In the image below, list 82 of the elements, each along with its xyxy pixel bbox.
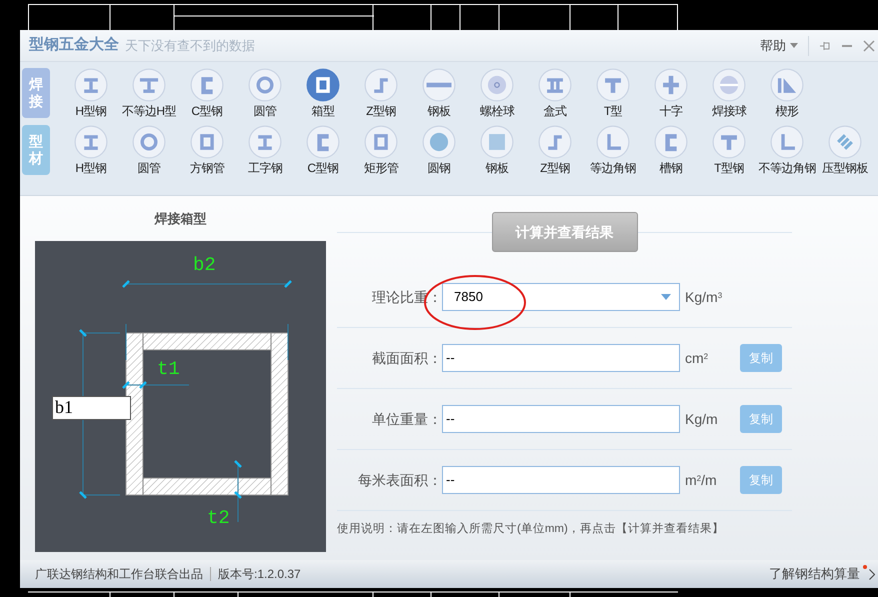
shape-type-button[interactable]: 工字钢 (236, 125, 294, 176)
shape-type-button[interactable]: 压型钢板 (816, 125, 874, 176)
shape-type-button[interactable]: 不等边角钢 (758, 125, 816, 176)
steel-section-icon (712, 68, 746, 102)
shape-type-button[interactable]: 焊接球 (700, 68, 758, 119)
steel-section-icon (654, 125, 688, 159)
diagram-title: 焊接箱型 (154, 210, 206, 228)
steel-section-icon (770, 68, 804, 102)
field-label: 单位重量： (371, 410, 442, 428)
steel-section-icon (480, 125, 514, 159)
shape-type-button[interactable]: 圆管 (120, 125, 178, 176)
help-menu[interactable]: 帮助 (760, 36, 798, 56)
shape-type-button[interactable]: H型钢 (62, 68, 120, 119)
version-text: 版本号:1.2.0.37 (218, 566, 301, 583)
steel-section-icon (190, 68, 224, 102)
result-field[interactable]: -- (442, 466, 680, 494)
steel-section-icon (306, 68, 340, 102)
steel-section-icon (248, 125, 282, 159)
dimension-label: t2 (207, 508, 230, 528)
shape-type-button[interactable]: T型钢 (700, 125, 758, 176)
chevron-right-icon[interactable] (869, 568, 875, 580)
result-field[interactable]: -- (442, 405, 680, 433)
shape-type-button[interactable]: 矩形管 (352, 125, 410, 176)
steel-section-icon (306, 125, 340, 159)
shape-type-button[interactable]: C型钢 (294, 125, 352, 176)
shape-type-button[interactable]: 十字 (642, 68, 700, 119)
shape-type-button[interactable]: 盒式 (526, 68, 584, 119)
steel-section-icon (538, 125, 572, 159)
steel-section-icon (74, 68, 108, 102)
shape-type-button[interactable]: 方钢管 (178, 125, 236, 176)
steel-section-icon (538, 68, 572, 102)
steel-section-icon (364, 125, 398, 159)
field-label: 截面面积： (371, 348, 442, 368)
app-title: 型钢五金大全 (29, 35, 119, 56)
density-dropdown[interactable]: 7850 (442, 283, 680, 311)
shape-type-button[interactable]: 楔形 (758, 68, 816, 119)
shape-type-button[interactable]: 箱型 (294, 68, 352, 119)
unit-label: Kg/m$^{3}$ (685, 288, 724, 307)
steel-section-icon (190, 125, 224, 159)
steel-section-icon (480, 68, 514, 102)
shape-type-button[interactable]: 钢板 (410, 68, 468, 119)
shape-type-button[interactable]: 圆钢 (410, 125, 468, 176)
pin-icon[interactable] (819, 40, 831, 52)
result-field[interactable]: -- (442, 344, 680, 372)
dimension-label: b2 (193, 254, 216, 274)
dimension-label: t1 (157, 358, 180, 378)
steel-section-icon (422, 68, 456, 102)
caret-down-icon (790, 43, 798, 48)
steel-section-icon (712, 125, 746, 159)
steel-section-icon (364, 68, 398, 102)
steel-section-icon (422, 125, 456, 159)
shape-type-button[interactable]: 钢板 (468, 125, 526, 176)
steel-section-icon (770, 125, 804, 159)
steel-section-icon (132, 125, 166, 159)
usage-instructions: 使用说明：请在左图输入所需尺寸(单位mm)，再点击【计算并查看结果】 (337, 522, 725, 537)
steel-section-icon (132, 68, 166, 102)
field-label: 每米表面积： (357, 470, 442, 490)
shape-type-button[interactable]: 槽钢 (642, 125, 700, 176)
steel-section-icon (828, 125, 862, 159)
unit-label: Kg/m (685, 410, 719, 429)
learn-more-link[interactable]: 了解钢结构算量 (769, 566, 860, 582)
credit-text: 广联达钢结构和工作台联合出品 (35, 566, 203, 583)
steel-section-icon (248, 68, 282, 102)
shape-type-button[interactable]: 螺栓球 (468, 68, 526, 119)
shape-type-button[interactable]: 等边角钢 (584, 125, 642, 176)
steel-section-icon (74, 125, 108, 159)
dimension-input[interactable]: b1 (52, 396, 131, 420)
shape-type-button[interactable]: Z型钢 (526, 125, 584, 176)
shape-type-button[interactable]: T型 (584, 68, 642, 119)
steel-section-icon (654, 68, 688, 102)
shape-type-button[interactable]: Z型钢 (352, 68, 410, 119)
dropdown-arrow-icon (661, 294, 671, 300)
shape-type-button[interactable]: H型钢 (62, 125, 120, 176)
shape-type-button[interactable]: 不等边H型 (120, 68, 178, 119)
unit-label: cm$^{2}$ (685, 348, 710, 368)
close-icon[interactable] (863, 40, 875, 52)
steel-section-icon (596, 125, 630, 159)
steel-section-icon (596, 68, 630, 102)
shape-type-button[interactable]: 圆管 (236, 68, 294, 119)
unit-label: m$^{2}$/m (685, 470, 718, 490)
shape-type-button[interactable]: C型钢 (178, 68, 236, 119)
app-slogan: 天下没有查不到的数据 (125, 36, 255, 55)
